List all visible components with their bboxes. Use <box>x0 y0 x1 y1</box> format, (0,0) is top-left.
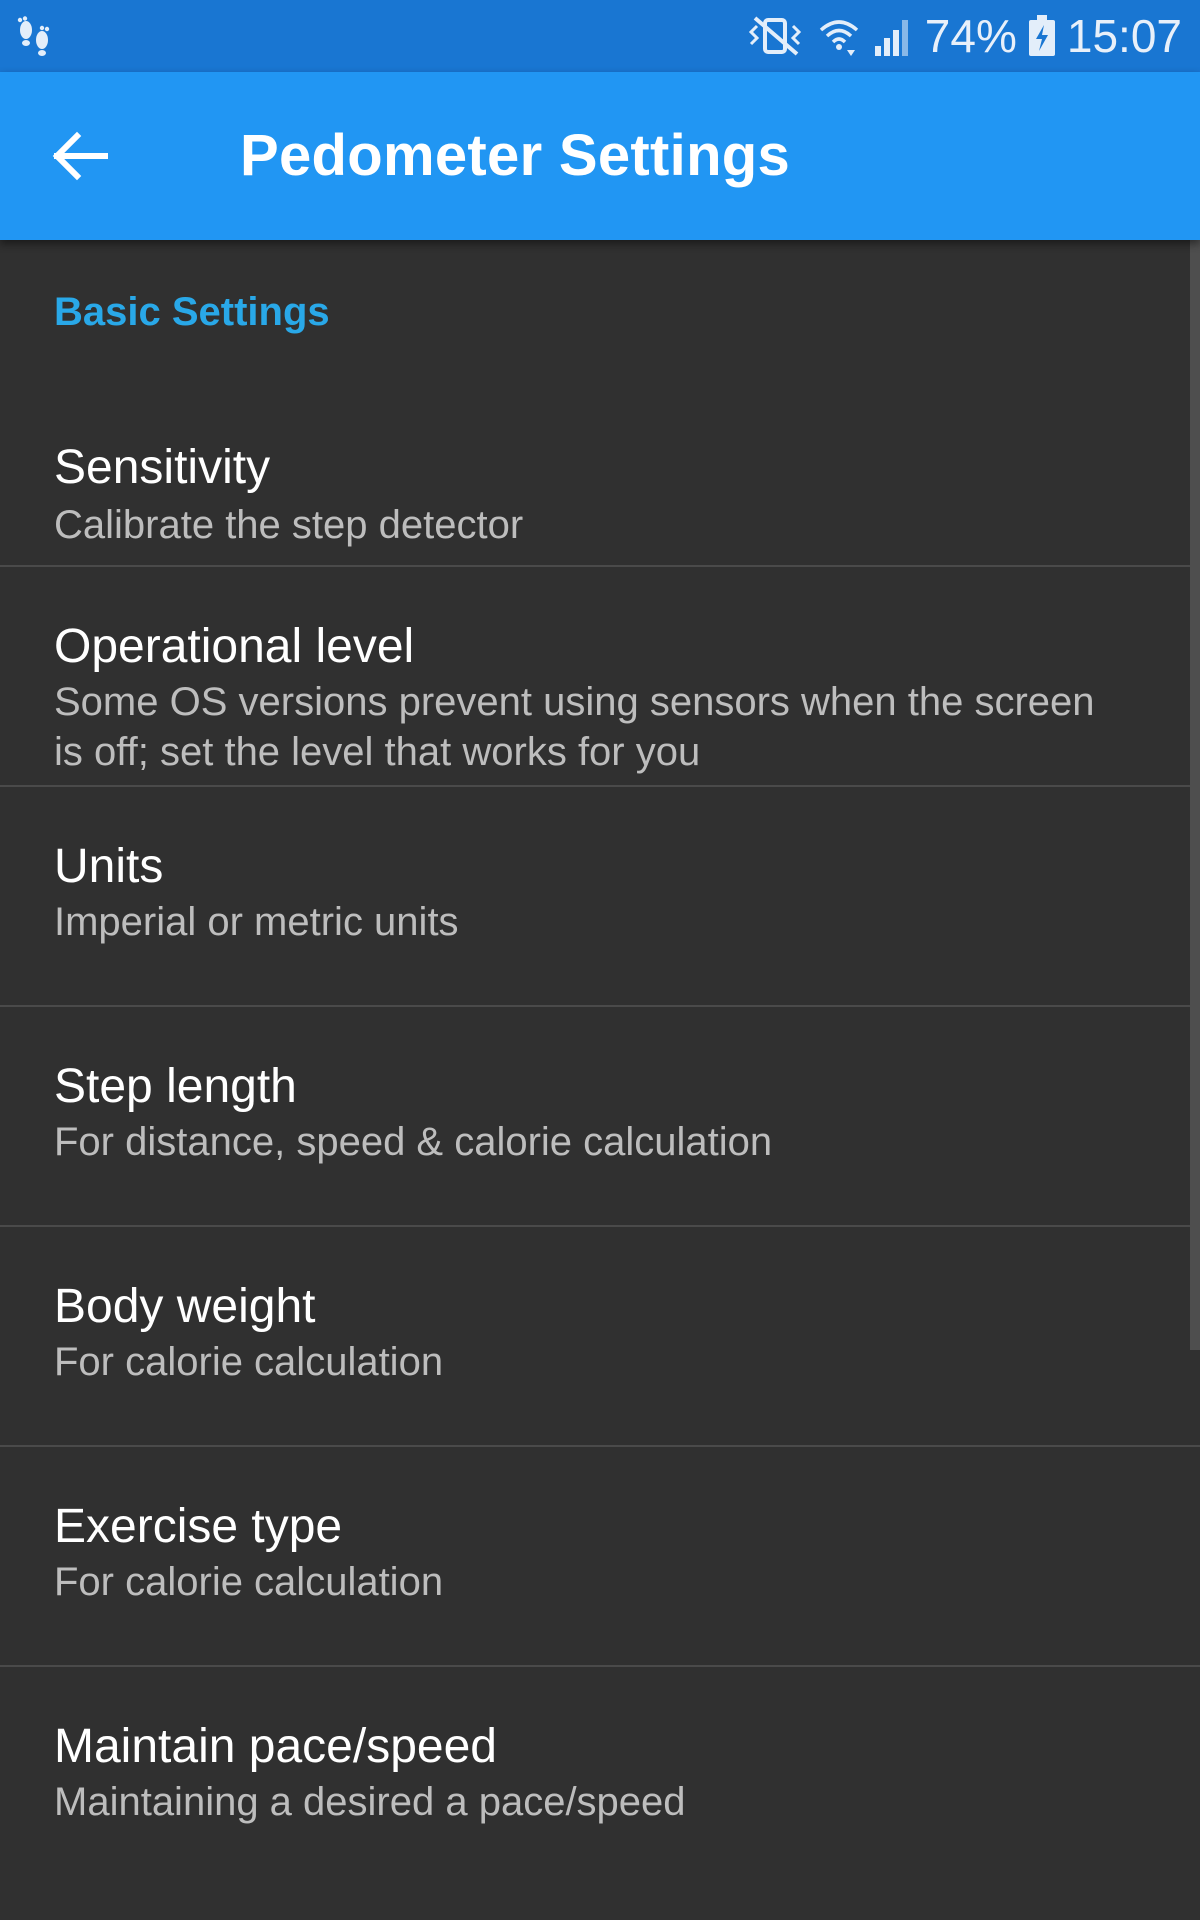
pref-units[interactable]: Units Imperial or metric units <box>0 787 1200 1007</box>
status-bar: 74% 15:07 <box>0 0 1200 72</box>
pref-title: Units <box>54 840 164 893</box>
arrow-back-icon <box>51 131 109 186</box>
pref-summary: Imperial or metric units <box>54 900 459 944</box>
pref-operational-level[interactable]: Operational level Some OS versions preve… <box>0 567 1200 787</box>
pref-body-weight[interactable]: Body weight For calorie calculation <box>0 1227 1200 1447</box>
pref-summary: For calorie calculation <box>54 1340 444 1384</box>
app-bar: Pedometer Settings <box>0 72 1200 240</box>
pref-summary: For calorie calculation <box>54 1560 444 1604</box>
vibrate-mute-icon <box>745 14 807 58</box>
pref-title: Sensitivity <box>54 441 271 494</box>
pref-title: Maintain pace/speed <box>54 1720 497 1773</box>
pref-title: Body weight <box>54 1280 316 1333</box>
pref-summary: Maintaining a desired a pace/speed <box>54 1780 686 1824</box>
pref-title: Exercise type <box>54 1500 343 1553</box>
wifi-icon <box>817 14 861 58</box>
scrollbar[interactable] <box>1190 240 1200 1350</box>
back-button[interactable] <box>38 116 122 200</box>
pref-summary: Some OS versions prevent using sensors w… <box>54 680 1095 774</box>
pref-title: Step length <box>54 1060 297 1113</box>
footprints-icon <box>14 16 54 56</box>
status-time: 15:07 <box>1066 10 1182 62</box>
pref-maintain-pace[interactable]: Maintain pace/speed Maintaining a desire… <box>0 1667 1200 1917</box>
pref-summary: For distance, speed & calorie calculatio… <box>54 1120 773 1164</box>
settings-list: Basic Settings Sensitivity Calibrate the… <box>0 240 1200 1920</box>
cell-signal-icon <box>871 14 915 58</box>
pref-exercise-type[interactable]: Exercise type For calorie calculation <box>0 1447 1200 1667</box>
page-title: Pedometer Settings <box>240 123 791 188</box>
section-header-basic-settings: Basic Settings <box>54 290 330 334</box>
pref-summary: Calibrate the step detector <box>54 503 524 547</box>
pref-step-length[interactable]: Step length For distance, speed & calori… <box>0 1007 1200 1227</box>
battery-percent: 74% <box>924 10 1017 62</box>
pref-title: Operational level <box>54 620 415 673</box>
battery-charging-icon <box>1027 14 1057 58</box>
